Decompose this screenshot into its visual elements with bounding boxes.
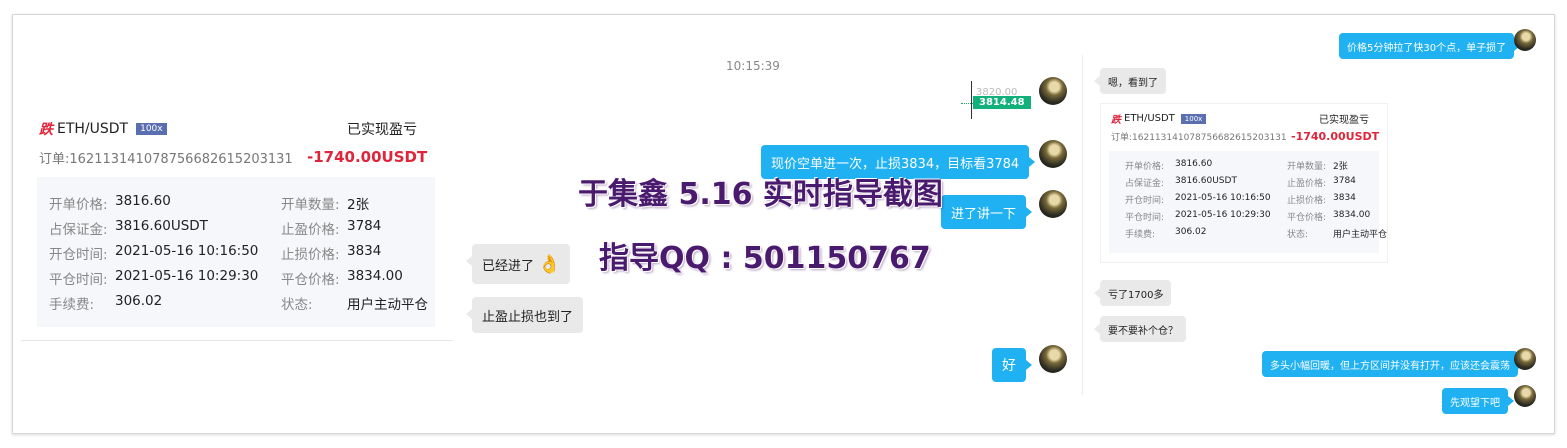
detail-value: 用户主动平仓 bbox=[347, 297, 428, 313]
detail-label: 平仓时间: bbox=[49, 272, 108, 288]
watermark-line-2: 指导QQ : 501150767 bbox=[599, 241, 931, 276]
detail-value: 3834.00 bbox=[347, 268, 403, 284]
detail-value: 2021-05-16 10:29:30 bbox=[1175, 210, 1271, 220]
message-bubble-received[interactable]: 已经进了 👌 bbox=[465, 244, 571, 284]
pnl-value: -1740.00USDT bbox=[1291, 130, 1380, 143]
leverage-badge: 100x bbox=[136, 123, 167, 135]
message-bubble-sent[interactable]: 好 bbox=[992, 348, 1032, 382]
detail-value: 3784 bbox=[347, 218, 382, 234]
detail-value: 2021-05-16 10:16:50 bbox=[1175, 193, 1271, 203]
detail-value: 306.02 bbox=[1175, 227, 1207, 237]
chart-dotted-line bbox=[961, 103, 973, 104]
detail-label: 状态: bbox=[1287, 230, 1309, 240]
message-bubble-received[interactable]: 嗯，看到了 bbox=[1094, 68, 1166, 94]
detail-value: 2张 bbox=[347, 197, 370, 213]
message-bubble-sent[interactable]: 先观望下吧 bbox=[1442, 388, 1514, 414]
trade-card-small: 跌 ETH/USDT 100x 已实现盈亏 订单:162113141078756… bbox=[1100, 103, 1388, 263]
order-id: 订单:1621131410787566826152031​31 bbox=[1111, 133, 1287, 143]
message-bubble-sent[interactable]: 进了讲一下 bbox=[941, 195, 1033, 229]
detail-label: 开单价格: bbox=[1125, 162, 1165, 172]
details-panel: 开单价格: 3816.60 开单数量: 2张占保证金: 3816.60USDT 止盈价格:… bbox=[37, 177, 435, 327]
message-bubble-sent[interactable]: 价格5分钟拉了快30个点，单子损了 bbox=[1339, 33, 1521, 59]
trade-card-large: 跌 ETH/USDT 100x 已实现盈亏 订单:162113141078756… bbox=[27, 111, 452, 341]
pair-label: ETH/USDT bbox=[57, 121, 129, 137]
realized-pnl-label: 已实现盈亏 bbox=[1319, 115, 1369, 126]
detail-value: 3816.60 bbox=[1175, 159, 1213, 169]
current-price-tag: 3814.48 bbox=[973, 96, 1031, 109]
detail-value: 3834 bbox=[1333, 193, 1356, 203]
detail-value: 3784 bbox=[1333, 176, 1356, 186]
message-text: 已经进了 bbox=[482, 258, 535, 274]
detail-value: 3816.60USDT bbox=[1175, 176, 1237, 186]
pair-label: ETH/USDT bbox=[1124, 113, 1175, 124]
detail-label: 开仓时间: bbox=[1125, 196, 1165, 206]
message-bubble-received[interactable]: 亏了1700多 bbox=[1093, 280, 1172, 306]
message-bubble-sent[interactable]: 多头小幅回暖，但上方区间并没有打开，应该还会震荡 bbox=[1262, 351, 1524, 377]
pnl-value: -1740.00USDT bbox=[307, 148, 428, 166]
leverage-badge: 100x bbox=[1180, 113, 1207, 124]
detail-label: 开仓时间: bbox=[49, 247, 108, 263]
details-panel: 开单价格: 3816.60 开单数量: 2张占保证金: 3816.60USDT 止盈价格:… bbox=[1109, 151, 1387, 253]
chart-axis-line bbox=[971, 81, 972, 119]
screenshot-frame: 跌 ETH/USDT 100x 已实现盈亏 订单:162113141078756… bbox=[12, 14, 1555, 434]
chat-timestamp: 10:15:39 bbox=[726, 59, 780, 73]
ok-hand-icon: 👌 bbox=[538, 253, 561, 275]
message-bubble-received[interactable]: 要不要补个仓？ bbox=[1094, 316, 1186, 342]
avatar-agent[interactable] bbox=[1514, 348, 1536, 370]
watermark-line-1: 于集鑫 5.16 实时指导截图 bbox=[578, 177, 943, 212]
panel-separator bbox=[1082, 55, 1083, 395]
detail-label: 平仓价格: bbox=[1287, 213, 1327, 223]
detail-label: 平仓时间: bbox=[1125, 213, 1165, 223]
detail-value: 2021-05-16 10:16:50 bbox=[115, 243, 259, 259]
detail-label: 平仓价格: bbox=[281, 272, 340, 288]
detail-value: 306.02 bbox=[115, 293, 163, 309]
detail-value: 3816.60 bbox=[115, 193, 171, 209]
detail-value: 3834.00 bbox=[1333, 210, 1371, 220]
message-bubble-received[interactable]: 止盈止损也到了 bbox=[465, 297, 584, 333]
detail-label: 开单价格: bbox=[49, 197, 108, 213]
detail-label: 开单数量: bbox=[281, 197, 340, 213]
detail-label: 占保证金: bbox=[49, 222, 108, 238]
detail-label: 占保证金: bbox=[1125, 179, 1165, 189]
avatar-agent[interactable] bbox=[1514, 29, 1536, 51]
detail-label: 状态: bbox=[281, 297, 313, 313]
avatar-agent[interactable] bbox=[1514, 385, 1536, 407]
short-badge: 跌 bbox=[39, 122, 53, 138]
detail-label: 止盈价格: bbox=[1287, 179, 1327, 189]
detail-label: 开单数量: bbox=[1287, 162, 1327, 172]
detail-value: 2021-05-16 10:29:30 bbox=[115, 268, 259, 284]
detail-label: 手续费: bbox=[49, 297, 95, 313]
avatar-agent[interactable] bbox=[1039, 77, 1067, 105]
avatar-agent[interactable] bbox=[1039, 140, 1067, 168]
short-badge: 跌 bbox=[1111, 115, 1121, 126]
detail-value: 3834 bbox=[347, 243, 382, 259]
divider-line bbox=[21, 340, 453, 341]
detail-value: 2张 bbox=[1333, 162, 1348, 172]
detail-value: 3816.60USDT bbox=[115, 218, 208, 234]
order-id: 订单:1621131410787566826152031​31 bbox=[39, 152, 293, 167]
detail-label: 止盈价格: bbox=[281, 222, 340, 238]
detail-label: 止损价格: bbox=[281, 247, 340, 263]
detail-label: 止损价格: bbox=[1287, 196, 1327, 206]
avatar-agent[interactable] bbox=[1039, 345, 1067, 373]
avatar-agent[interactable] bbox=[1039, 190, 1067, 218]
detail-label: 手续费: bbox=[1125, 230, 1156, 240]
detail-value: 用户主动平仓 bbox=[1333, 230, 1388, 240]
mini-price-chart: 3820.00 3814.48 bbox=[958, 81, 1031, 121]
realized-pnl-label: 已实现盈亏 bbox=[347, 122, 417, 138]
